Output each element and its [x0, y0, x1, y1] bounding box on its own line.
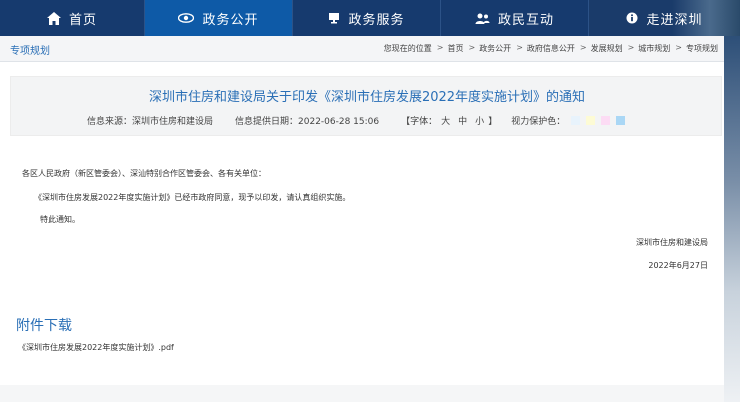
breadcrumb-link-special-planning[interactable]: 专项规划	[686, 43, 718, 54]
nav-item-interaction[interactable]: 政民互动	[441, 0, 589, 36]
breadcrumb-separator: >	[468, 43, 476, 52]
eye-icon	[178, 13, 195, 23]
article-title: 深圳市住房和建设局关于印发《深圳市住房发展2022年度实施计划》的通知	[148, 90, 586, 105]
nav-item-label: 政务公开	[202, 12, 259, 28]
breadcrumb-link-gov-info[interactable]: 政府信息公开	[527, 43, 575, 54]
vision-color-swatch[interactable]	[586, 116, 596, 125]
article-meta: 信息来源：深圳市住房和建设局 信息提供日期：2022-06-28 15:06 【…	[87, 114, 626, 127]
vision-color-swatch[interactable]	[571, 116, 581, 125]
breadcrumb-link-gov-affairs[interactable]: 政务公开	[479, 43, 511, 54]
nav-item-label: 走进深圳	[646, 12, 703, 28]
info-date: 信息提供日期：2022-06-28 15:06	[235, 117, 380, 127]
nav-item-label: 政务服务	[348, 12, 405, 28]
info-circle-icon	[626, 12, 638, 24]
breadcrumb-bar: 专项规划 您现在的位置 > 首页 > 政务公开 > 政府信息公开 > 发展规划 …	[0, 36, 740, 62]
breadcrumb: 您现在的位置 > 首页 > 政务公开 > 政府信息公开 > 发展规划 > 城市规…	[384, 43, 718, 54]
monitor-icon	[328, 12, 340, 24]
breadcrumb-separator: >	[516, 43, 523, 52]
attachments-heading: 附件下载	[16, 318, 72, 334]
vision-protect-label: 视力保护色：	[511, 117, 566, 127]
body-paragraph: 《深圳市住房发展2022年度实施计划》已经市政府同意，现予以印发，请认真组织实施…	[34, 193, 351, 202]
footer-band	[0, 385, 724, 402]
addressee: 各区人民政府（新区管委会）、深汕特别合作区管委会、各有关单位：	[22, 169, 266, 178]
signature-org: 深圳市住房和建设局	[636, 238, 708, 247]
nav-item-label: 首页	[68, 12, 97, 28]
vision-color-swatch[interactable]	[616, 116, 626, 125]
people-icon	[475, 13, 490, 24]
nav-item-home[interactable]: 首页	[0, 0, 145, 36]
breadcrumb-separator: >	[436, 43, 444, 52]
article-header: 深圳市住房和建设局关于印发《深圳市住房发展2022年度实施计划》的通知 信息来源…	[10, 76, 722, 136]
attachment-link[interactable]: 《深圳市住房发展2022年度实施计划》.pdf	[18, 342, 174, 353]
font-size-medium-button[interactable]: 中	[458, 114, 467, 127]
top-nav: 首页 政务公开 政务服务 政民互动 走进深圳	[0, 0, 740, 36]
vision-color-swatch[interactable]	[601, 116, 611, 125]
font-size-small-button[interactable]: 小	[475, 114, 484, 127]
nav-item-about-shenzhen[interactable]: 走进深圳	[589, 0, 740, 36]
font-size-large-button[interactable]: 大	[441, 114, 450, 127]
info-source: 信息来源：深圳市住房和建设局	[87, 117, 214, 127]
breadcrumb-link-home[interactable]: 首页	[447, 43, 463, 54]
nav-item-gov-affairs-public[interactable]: 政务公开	[145, 0, 293, 36]
breadcrumb-separator: >	[627, 43, 635, 52]
home-icon	[46, 11, 61, 25]
nav-item-label: 政民互动	[497, 12, 554, 28]
breadcrumb-separator: >	[579, 43, 587, 52]
signature-date: 2022年6月27日	[648, 261, 708, 270]
breadcrumb-prefix: 您现在的位置	[383, 44, 432, 53]
font-size-label-close: 】	[488, 117, 498, 127]
breadcrumb-link-dev-planning[interactable]: 发展规划	[591, 43, 623, 54]
decorative-side-strip	[724, 36, 740, 402]
section-title: 专项规划	[10, 46, 50, 57]
breadcrumb-separator: >	[675, 43, 682, 52]
breadcrumb-link-city-planning[interactable]: 城市规划	[638, 43, 670, 54]
font-size-label: 【字体：	[401, 117, 438, 127]
nav-item-gov-services[interactable]: 政务服务	[293, 0, 441, 36]
closing-line: 特此通知。	[40, 215, 80, 224]
